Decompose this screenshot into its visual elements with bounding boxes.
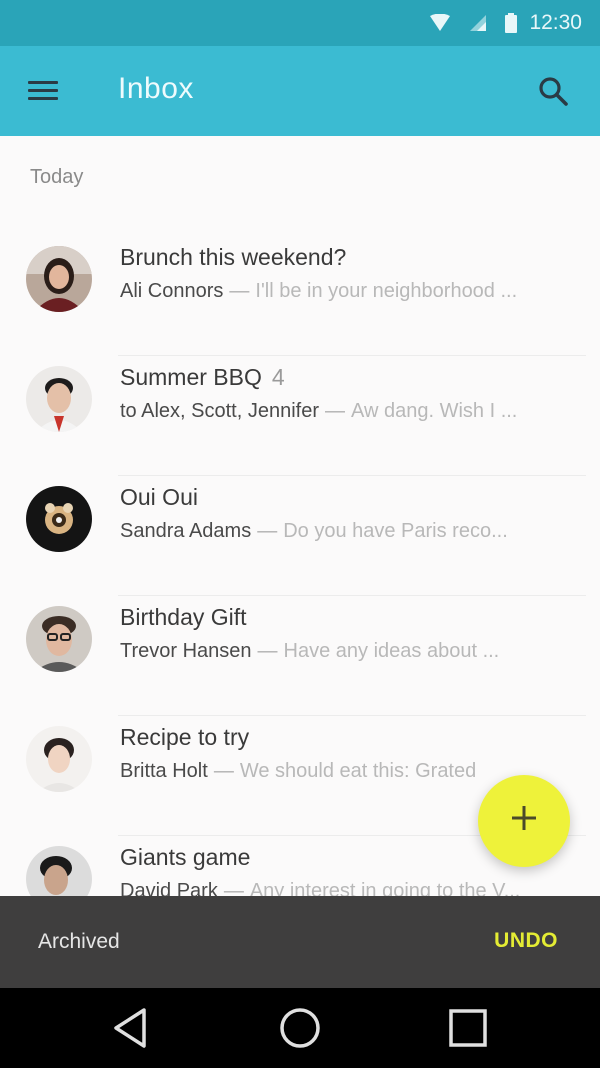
status-bar: 12:30 <box>0 0 600 46</box>
home-icon[interactable] <box>276 1004 324 1052</box>
thread-count: 4 <box>271 364 285 390</box>
list-item[interactable]: Summer BBQ 4 to Alex, Scott, Jennifer — Aw … <box>0 356 600 476</box>
status-time: 12:30 <box>529 11 582 34</box>
mail-subject: Recipe to try <box>120 724 250 750</box>
list-item[interactable]: Brunch this weekend? Ali Connors — I'll be… <box>0 236 600 356</box>
mail-preview: I'll be in your neighborhood ... <box>255 280 518 302</box>
mail-subject: Birthday Gift <box>120 604 247 630</box>
mail-subject: Brunch this weekend? <box>120 244 347 270</box>
mail-sender: Britta Holt <box>120 760 208 782</box>
avatar <box>26 606 92 672</box>
compose-fab-button[interactable] <box>478 775 570 867</box>
mail-sender: Trevor Hansen <box>120 640 252 662</box>
mail-preview: We should eat this: Grated <box>239 760 477 782</box>
mail-summary: to Alex, Scott, Jennifer — Aw dang. Wish I… <box>120 400 575 423</box>
avatar <box>26 486 92 552</box>
avatar <box>26 726 92 792</box>
back-icon[interactable] <box>108 1004 156 1052</box>
snackbar: Archived UNDO <box>0 896 600 988</box>
mail-sender: David Park <box>120 880 218 896</box>
mail-separator: — <box>229 280 250 302</box>
phone-screen: 12:30 Inbox Today Brunch this weekend? A… <box>0 0 600 1068</box>
avatar <box>26 366 92 432</box>
battery-icon <box>505 13 518 33</box>
mail-separator: — <box>325 400 345 422</box>
mail-preview: Any interest in going to the V... <box>249 880 521 896</box>
mail-separator: — <box>257 640 278 662</box>
mail-preview: Do you have Paris reco... <box>283 520 508 542</box>
mail-summary: David Park — Any interest in going to the … <box>120 880 575 896</box>
mail-subject: Oui Oui <box>120 484 198 510</box>
wifi-icon <box>429 14 451 32</box>
mail-subject: Summer BBQ 4 <box>120 364 285 390</box>
mail-summary: Ali Connors — I'll be in your neighborhood… <box>120 280 575 303</box>
list-item[interactable]: Birthday Gift Trevor Hansen — Have any ide… <box>0 596 600 716</box>
mail-separator: — <box>257 520 278 542</box>
signal-icon <box>469 14 487 32</box>
snackbar-message: Archived <box>38 930 120 953</box>
search-icon[interactable] <box>536 74 570 108</box>
mail-sender: Sandra Adams <box>120 520 252 542</box>
mail-subject: Giants game <box>120 844 251 870</box>
avatar <box>26 246 92 312</box>
mail-sender: Ali Connors <box>120 280 224 302</box>
list-item[interactable]: Oui Oui Sandra Adams — Do you have Paris r… <box>0 476 600 596</box>
mail-separator: — <box>223 880 244 896</box>
mail-sender: to Alex, Scott, Jennifer <box>120 400 319 422</box>
mail-preview: Have any ideas about ... <box>283 640 500 662</box>
navigation-bar <box>0 988 600 1068</box>
mail-summary: Sandra Adams — Do you have Paris reco... <box>120 520 575 543</box>
app-title: Inbox <box>118 72 194 105</box>
plus-icon <box>510 804 538 838</box>
recents-icon[interactable] <box>444 1004 492 1052</box>
menu-icon[interactable] <box>28 76 62 106</box>
mail-separator: — <box>213 760 234 782</box>
section-header-today: Today <box>30 166 84 188</box>
avatar <box>26 846 92 896</box>
mail-summary: Trevor Hansen — Have any ideas about ... <box>120 640 575 663</box>
mail-preview: Aw dang. Wish I ... <box>351 400 518 422</box>
undo-button[interactable]: UNDO <box>494 929 558 953</box>
app-bar: Inbox <box>0 46 600 136</box>
